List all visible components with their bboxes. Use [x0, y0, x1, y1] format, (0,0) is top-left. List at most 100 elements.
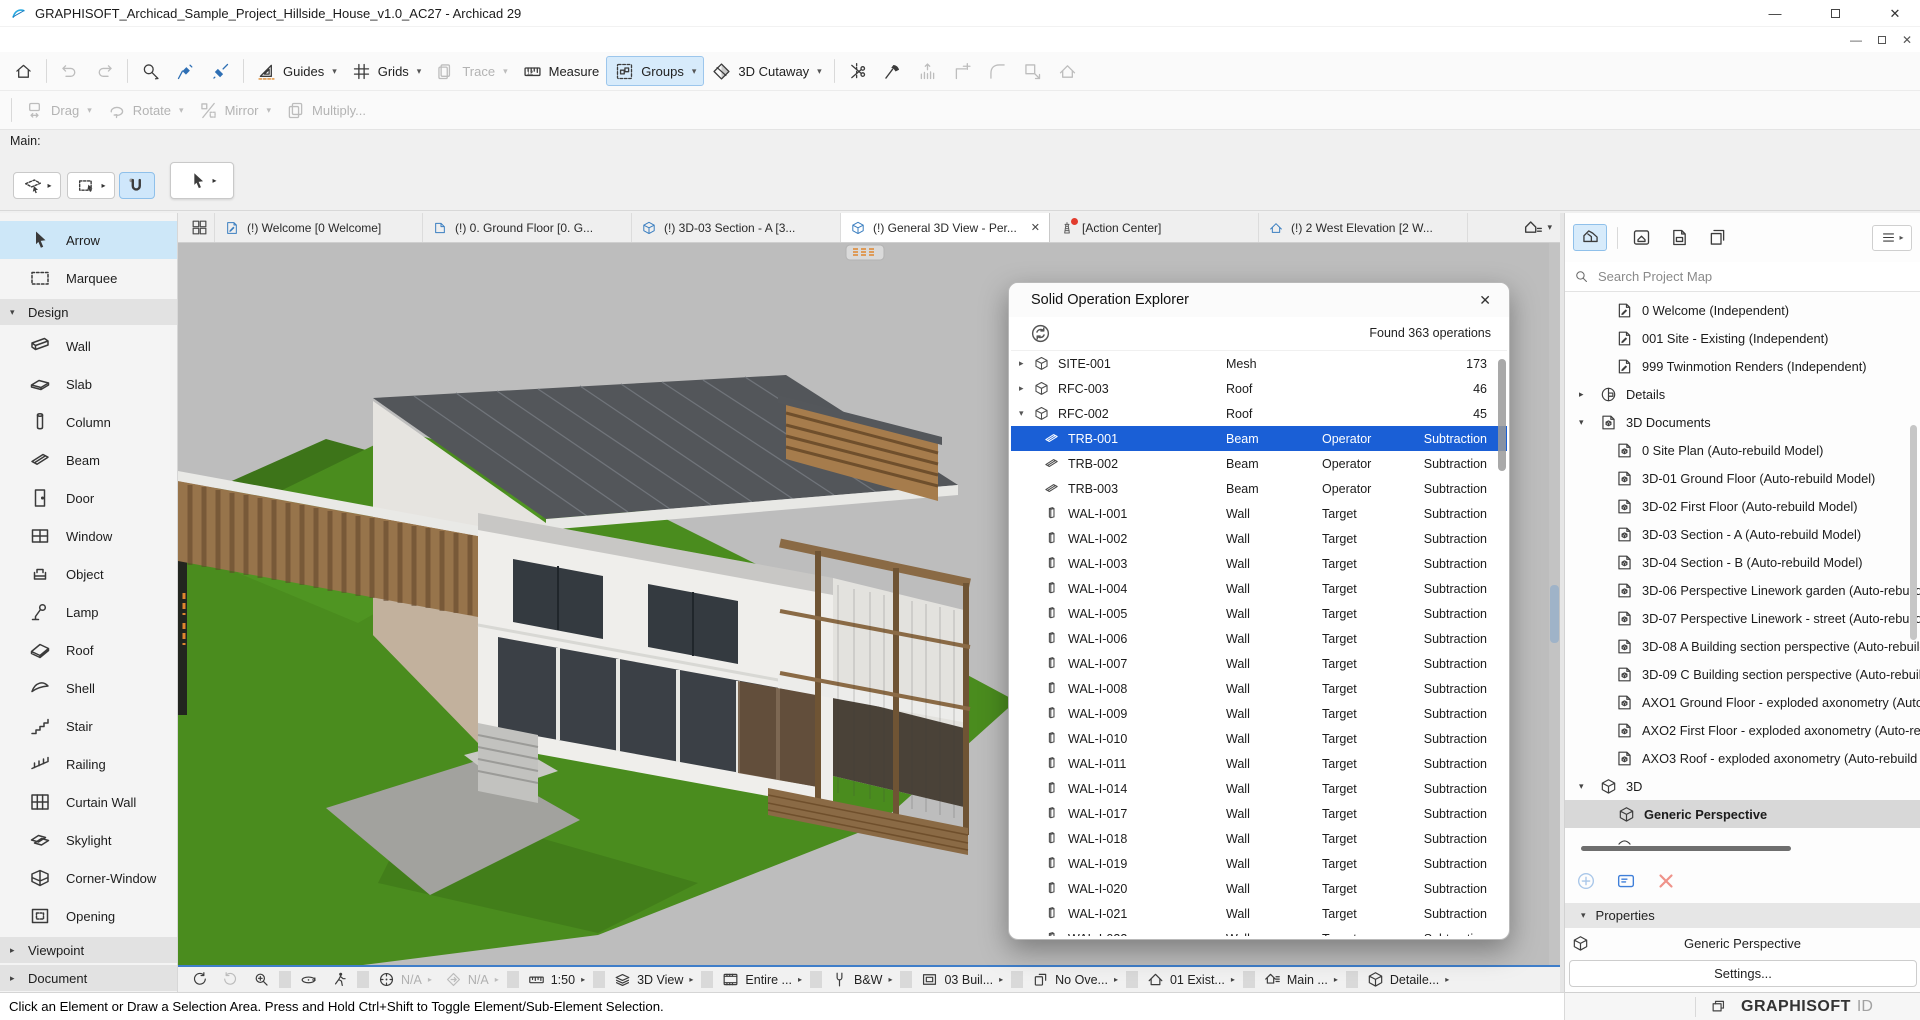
main-tool-button[interactable] [170, 162, 234, 199]
quick-option-button[interactable]: 01 Exist... [1140, 970, 1241, 989]
toolbar-button[interactable] [1050, 56, 1085, 86]
quick-option-button[interactable] [184, 970, 215, 989]
view-tab[interactable]: (!) Welcome [0 Welcome] [214, 213, 423, 242]
quick-option-button[interactable] [1011, 971, 1023, 988]
toolbar-button[interactable] [840, 56, 875, 86]
toolbox-item[interactable]: Curtain Wall [0, 783, 177, 821]
quick-option-button[interactable] [593, 971, 605, 988]
operation-row[interactable]: WAL-I-014 Wall Target Subtraction [1011, 776, 1507, 801]
tree-scrollbar-thumb[interactable] [1910, 425, 1917, 640]
dialog-scrollbar-thumb[interactable] [1498, 359, 1506, 471]
tree-chevron-icon[interactable]: ▾ [1579, 781, 1599, 792]
quad-view-button[interactable] [184, 213, 214, 242]
toolbar-button[interactable]: Measure [515, 56, 607, 86]
menu-item[interactable] [6, 27, 26, 52]
toolbar-button[interactable] [52, 56, 87, 86]
quick-option-button[interactable]: N/A [438, 970, 505, 989]
maximize-button[interactable] [1812, 0, 1858, 27]
toolbox-item[interactable]: Corner-Window [0, 859, 177, 897]
toolbar-button[interactable]: Mirror [191, 95, 278, 125]
view-tab[interactable]: (!) 0. Ground Floor [0. G... [423, 213, 632, 242]
menu-item[interactable] [26, 27, 46, 52]
quick-option-button[interactable] [279, 971, 291, 988]
quick-option-button[interactable]: 03 Buil... [914, 970, 1009, 989]
panel-resize-handle[interactable] [1581, 846, 1791, 851]
navigator-map-button[interactable] [1624, 224, 1658, 251]
toolbox-item[interactable]: Door [0, 479, 177, 517]
tree-item[interactable]: 001 Site - Existing (Independent) [1565, 324, 1920, 352]
toolbox-item[interactable]: Object [0, 555, 177, 593]
toolbar-button[interactable]: Groups [606, 56, 704, 86]
tree-item[interactable]: AXO3 Roof - exploded axonometry (Auto-re… [1565, 744, 1920, 772]
quick-option-button[interactable]: B&W [824, 970, 899, 989]
operation-row[interactable]: WAL-I-011 Wall Target Subtraction [1011, 751, 1507, 776]
tree-item[interactable]: 3D-01 Ground Floor (Auto-rebuild Model) [1565, 464, 1920, 492]
navigator-action-button[interactable] [1575, 870, 1597, 897]
operation-row[interactable]: WAL-I-004 Wall Target Subtraction [1011, 576, 1507, 601]
toolbar-button[interactable] [46, 59, 47, 83]
expand-chevron-icon[interactable]: ▸ [1019, 358, 1033, 369]
view-tab[interactable]: (!) 2 West Elevation [2 W... [1259, 213, 1468, 242]
tree-item[interactable]: AXO2 First Floor - exploded axonometry (… [1565, 716, 1920, 744]
quick-option-button[interactable] [701, 971, 713, 988]
view-tab[interactable]: [Action Center] [1050, 213, 1259, 242]
viewport-scrollbar-thumb[interactable] [1550, 585, 1559, 643]
quick-option-button[interactable] [246, 970, 277, 989]
toolbar-button[interactable] [203, 56, 238, 86]
operation-row[interactable]: WAL-I-010 Wall Target Subtraction [1011, 726, 1507, 751]
tree-item[interactable]: 3D-09 C Building section perspective (Au… [1565, 660, 1920, 688]
toolbar-button[interactable] [834, 59, 835, 83]
navigator-map-button[interactable] [1617, 227, 1618, 249]
toolbox-item[interactable]: Lamp [0, 593, 177, 631]
quick-option-button[interactable]: Main ... [1257, 970, 1344, 989]
quick-option-button[interactable]: No Ove... [1025, 970, 1124, 989]
quick-option-button[interactable] [293, 970, 324, 989]
toolbar-button[interactable] [875, 56, 910, 86]
navigator-menu-button[interactable] [1872, 225, 1912, 251]
operation-row[interactable]: WAL-I-020 Wall Target Subtraction [1011, 876, 1507, 901]
toolbar-button[interactable]: Grids [344, 56, 429, 86]
tree-item[interactable]: 0 Site Plan (Auto-rebuild Model) [1565, 436, 1920, 464]
quick-option-button[interactable] [215, 970, 246, 989]
quick-option-button[interactable] [1243, 971, 1255, 988]
toolbar-button[interactable]: Drag [17, 95, 99, 125]
tab-close-icon[interactable]: ✕ [1031, 221, 1040, 234]
tree-item[interactable]: 3D-06 Perspective Linework garden (Auto-… [1565, 576, 1920, 604]
tree-item[interactable]: Generic Perspective [1565, 800, 1920, 828]
operation-row[interactable]: WAL-I-021 Wall Target Subtraction [1011, 901, 1507, 926]
tree-item[interactable]: 3D-02 First Floor (Auto-rebuild Model) [1565, 492, 1920, 520]
toolbox-item[interactable]: Railing [0, 745, 177, 783]
operation-row[interactable]: TRB-002 Beam Operator Subtraction [1011, 451, 1507, 476]
doc-restore-button[interactable] [1878, 36, 1886, 44]
search-bar[interactable] [1565, 262, 1920, 292]
tree-item[interactable]: ▾ 3D Documents [1565, 408, 1920, 436]
graphisoft-brand[interactable]: GRAPHISOFT [1741, 998, 1851, 1016]
tree-item[interactable]: ▸ Details [1565, 380, 1920, 408]
operation-row[interactable]: WAL-I-006 Wall Target Subtraction [1011, 626, 1507, 651]
menu-item[interactable] [146, 27, 166, 52]
toolbox-item[interactable]: Roof [0, 631, 177, 669]
tree-item[interactable]: 3D-07 Perspective Linework - street (Aut… [1565, 604, 1920, 632]
operation-row[interactable]: WAL-I-018 Wall Target Subtraction [1011, 826, 1507, 851]
toolbar-button[interactable] [980, 56, 1015, 86]
operation-row[interactable]: TRB-003 Beam Operator Subtraction [1011, 476, 1507, 501]
main-tool-button[interactable] [119, 172, 155, 199]
expand-chevron-icon[interactable]: ▸ [1019, 383, 1033, 394]
quick-option-button[interactable] [357, 971, 369, 988]
toolbox-item[interactable]: Shell [0, 669, 177, 707]
toolbar-button[interactable] [133, 56, 168, 86]
toolbar-button[interactable] [1015, 56, 1050, 86]
navigator-map-button[interactable] [1700, 224, 1734, 251]
menu-item[interactable] [166, 27, 186, 52]
toolbar-button[interactable] [945, 56, 980, 86]
quick-option-button[interactable] [1126, 971, 1138, 988]
operation-row[interactable]: ▸ SITE-001 Mesh 173 [1011, 351, 1507, 376]
toolbar-button[interactable] [243, 59, 244, 83]
dialog-header[interactable]: Solid Operation Explorer ✕ [1009, 283, 1509, 317]
toolbox-item[interactable]: Window [0, 517, 177, 555]
menu-item[interactable] [106, 27, 126, 52]
toolbox-item[interactable]: Arrow [0, 221, 177, 259]
tab-overflow-button[interactable] [1522, 213, 1552, 242]
refresh-icon[interactable] [1029, 322, 1052, 345]
operation-row[interactable]: WAL-I-019 Wall Target Subtraction [1011, 851, 1507, 876]
